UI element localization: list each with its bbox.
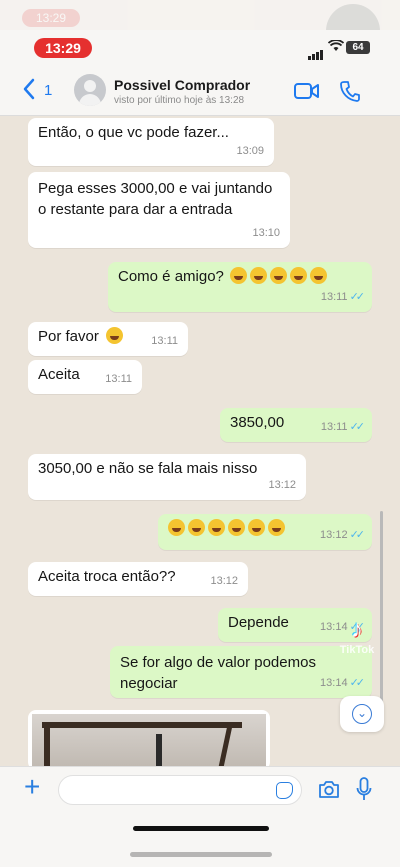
laughing-emoji-icon [268, 519, 285, 536]
message-bubble[interactable]: 13:12 ✓✓ [158, 514, 372, 550]
home-area [0, 812, 400, 867]
laughing-emoji-icon [168, 519, 185, 536]
wifi-icon [327, 39, 345, 55]
message-time: 13:10 [252, 227, 280, 239]
read-ticks-icon: ✓✓ [349, 291, 366, 303]
message-meta: 13:11 ✓✓ [320, 417, 366, 438]
message-text: 3850,00 [230, 414, 285, 431]
scroll-down-button[interactable]: ⌄ [340, 696, 384, 732]
message-text: Depende [228, 614, 289, 631]
message-time: 13:11 [151, 335, 178, 347]
ghost-home-indicator [130, 852, 272, 857]
laughing-emoji-icon [188, 519, 205, 536]
message-time: 13:09 [236, 145, 264, 157]
laughing-emoji-icon [208, 519, 225, 536]
signal-icon [308, 42, 324, 60]
laughing-emoji-icon [228, 519, 245, 536]
message-text: Aceita troca então?? [38, 568, 176, 585]
last-seen: visto por último hoje às 13:28 [114, 95, 245, 106]
contact-name[interactable]: Possivel Comprador [114, 77, 250, 93]
laughing-emoji-icon [270, 267, 288, 284]
message-bubble[interactable]: Como é amigo? 13:11 ✓✓ [108, 262, 372, 312]
back-chevron-icon[interactable] [22, 78, 36, 104]
message-bubble[interactable]: Aceita 13:11 [28, 360, 142, 394]
screen: 13:29 13:29 64 1 Possivel Comprador vist… [0, 0, 400, 867]
image-message[interactable] [28, 710, 270, 766]
pleading-emoji-icon [106, 327, 124, 344]
battery-icon: 64 [346, 41, 370, 54]
watermark-brand: TikTok [339, 644, 375, 656]
message-time: 13:12 [320, 529, 348, 541]
message-time: 13:11 [105, 373, 132, 385]
emoji-group [168, 519, 288, 537]
scroll-down-icon: ⌄ [352, 704, 372, 724]
message-time: 13:11 [320, 421, 348, 433]
unread-count[interactable]: 1 [44, 82, 52, 99]
laughing-emoji-icon [250, 267, 268, 284]
message-text: Como é amigo? [118, 268, 224, 285]
microphone-icon[interactable] [356, 777, 372, 808]
emoji-group [230, 267, 330, 285]
message-bubble[interactable]: Por favor 13:11 [28, 322, 188, 356]
plus-icon[interactable]: + [24, 773, 40, 801]
video-call-icon[interactable] [294, 82, 320, 105]
message-text: Aceita [38, 366, 80, 383]
message-input[interactable] [58, 775, 302, 805]
chat-area[interactable]: Então, o que vc pode fazer... 13:09 Pega… [0, 116, 400, 766]
read-ticks-icon: ✓✓ [349, 421, 366, 433]
tiktok-logo-icon: ♪ [351, 616, 363, 643]
message-text: Pega esses 3000,00 e vai juntando o rest… [38, 180, 273, 218]
laughing-emoji-icon [248, 519, 265, 536]
read-ticks-icon: ✓✓ [349, 677, 366, 689]
message-time: 13:12 [268, 479, 296, 491]
chat-header: 1 Possivel Comprador visto por último ho… [0, 64, 400, 116]
message-text: Então, o que vc pode fazer... [38, 124, 229, 141]
laughing-emoji-icon [310, 267, 328, 284]
message-text: Por favor [38, 328, 99, 345]
message-time: 13:14 [320, 677, 348, 689]
tiktok-watermark: ♪ TikTok [322, 616, 392, 656]
read-ticks-icon: ✓✓ [349, 529, 366, 541]
avatar[interactable] [74, 74, 106, 106]
ghost-time: 13:29 [22, 9, 80, 27]
message-meta: 13:12 ✓✓ [320, 525, 366, 546]
message-bubble[interactable]: Aceita troca então?? 13:12 [28, 562, 248, 596]
status-time: 13:29 [34, 38, 92, 58]
laughing-emoji-icon [290, 267, 308, 284]
message-time: 13:12 [210, 575, 238, 587]
message-bubble[interactable]: 3850,00 13:11 ✓✓ [220, 408, 372, 442]
message-text: 3050,00 e não se fala mais nisso [38, 460, 258, 477]
message-meta: 13:11 ✓✓ [320, 287, 366, 308]
message-meta: 13:14 ✓✓ [320, 673, 366, 694]
message-bubble[interactable]: 3050,00 e não se fala mais nisso 13:12 [28, 454, 306, 500]
image-thumbnail[interactable] [32, 714, 266, 766]
home-indicator[interactable] [133, 826, 269, 831]
message-bubble[interactable]: Pega esses 3000,00 e vai juntando o rest… [28, 172, 290, 248]
message-bubble[interactable]: Então, o que vc pode fazer... 13:09 [28, 118, 274, 166]
message-time: 13:11 [320, 291, 348, 303]
camera-icon[interactable] [318, 779, 340, 804]
status-bar: 13:29 64 [0, 30, 400, 64]
phone-call-icon[interactable] [340, 80, 360, 107]
input-bar: + [0, 766, 400, 812]
laughing-emoji-icon [230, 267, 248, 284]
